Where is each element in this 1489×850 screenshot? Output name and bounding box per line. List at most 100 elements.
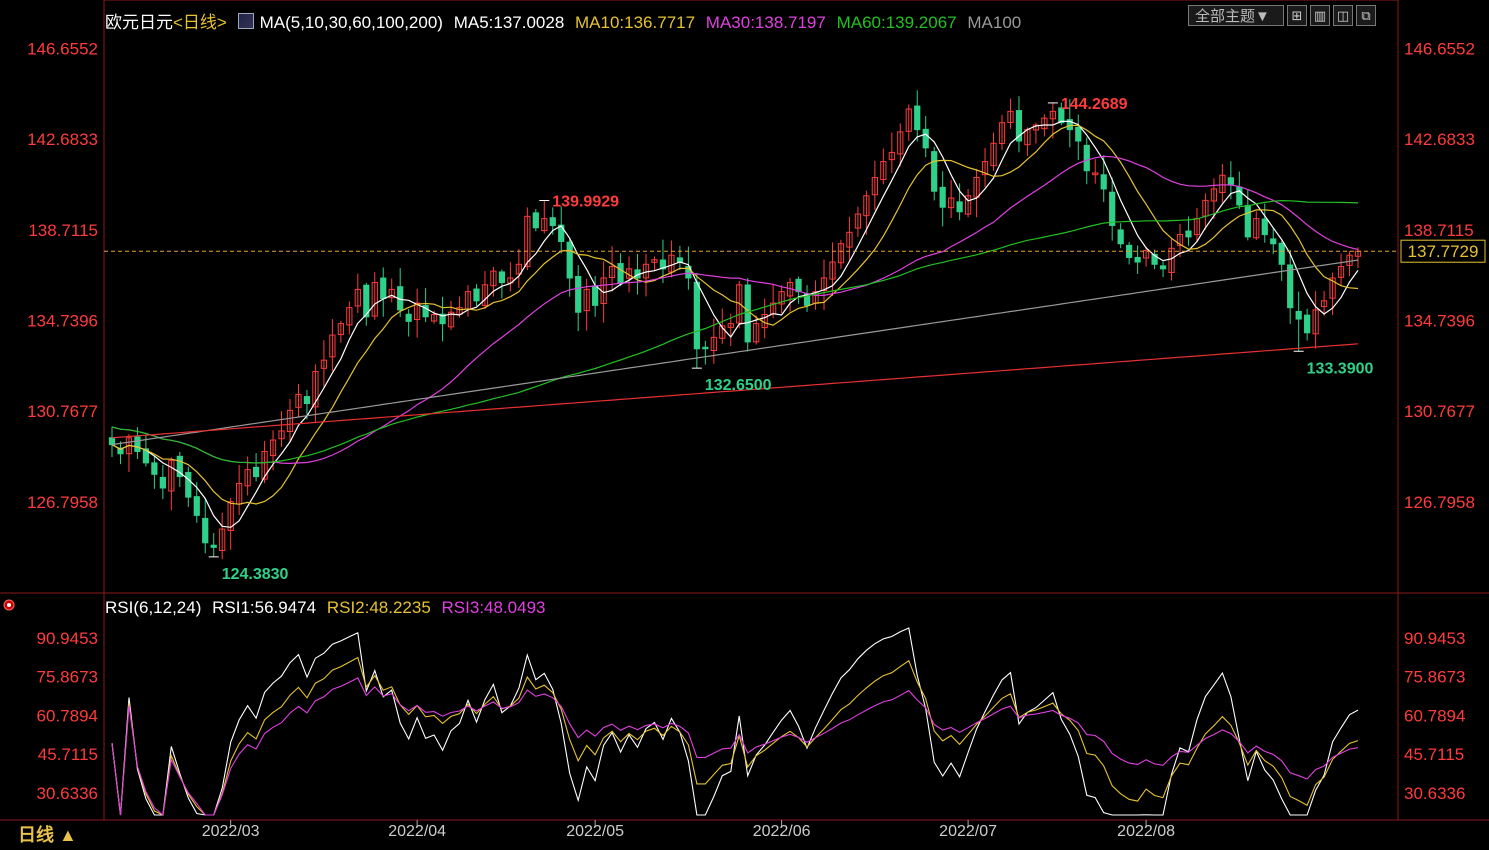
layout-split-icon[interactable]: ◫ [1333, 5, 1353, 26]
candle-body [532, 212, 539, 229]
candle-body [185, 471, 192, 498]
main-chart-header: 欧元日元<日线> MA(5,10,30,60,100,200) MA5:137.… [105, 8, 1027, 33]
rsi-tick-label-left: 45.7115 [38, 745, 98, 764]
candle-body [931, 151, 938, 192]
rsi-tick-label-right: 30.6336 [1404, 784, 1465, 803]
ma30-value: MA30:138.7197 [705, 13, 826, 32]
chart-canvas: 146.6552 146.6552 142.6833 142.6833 138.7115… [0, 0, 1489, 840]
ma60-value: MA60:139.2067 [836, 13, 957, 32]
candle-body [566, 241, 573, 279]
y-tick-label-left: 126.7958 [27, 493, 98, 512]
y-tick-label-right: 146.6552 [1404, 39, 1475, 58]
candle-body [693, 281, 700, 350]
candle-body [303, 396, 311, 405]
rsi-tick-label-right: 75.8673 [1404, 668, 1465, 687]
low-annotation: 132.6500 [705, 377, 772, 394]
candle-body [1185, 230, 1192, 238]
rsi-tick-label-left: 30.6336 [37, 784, 98, 803]
rsi1-value: RSI1:56.9474 [212, 598, 317, 617]
indicator-settings-icon[interactable] [237, 13, 254, 29]
candle-body [702, 346, 709, 350]
candle-body [922, 128, 929, 149]
candle-body [193, 496, 200, 516]
candle-body [1295, 310, 1302, 320]
period-tag: <日线> [173, 13, 227, 32]
candle-body [380, 277, 387, 300]
x-tick-label: 2022/05 [566, 823, 624, 840]
ma5-line [111, 120, 1359, 528]
y-tick-label-right: 126.7958 [1404, 493, 1475, 512]
y-tick-label-right: 130.7677 [1404, 402, 1475, 421]
candle-body [202, 517, 209, 544]
y-tick-label-left: 142.6833 [27, 130, 98, 149]
candle-body [1244, 204, 1251, 238]
candle-body [1075, 126, 1082, 142]
rsi3-value: RSI3:48.0493 [441, 598, 546, 617]
candle-body [1236, 186, 1243, 206]
rsi-tick-label-left: 75.8673 [37, 668, 98, 687]
ma-params-label[interactable]: MA(5,10,30,60,100,200) [260, 13, 443, 32]
x-tick-label: 2022/06 [753, 823, 811, 840]
theme-dropdown-button[interactable]: 全部主题▼ [1188, 5, 1284, 26]
ma10-line [111, 124, 1359, 505]
y-tick-label-left: 146.6552 [27, 39, 98, 58]
candle-body [159, 476, 166, 489]
candle-body [1083, 144, 1090, 172]
candle-body [914, 105, 921, 131]
rsi-tick-label-right: 45.7115 [1404, 745, 1464, 764]
candle-body [744, 284, 751, 343]
candle-body [134, 436, 141, 452]
candle-body [592, 285, 599, 306]
candle-body [108, 437, 116, 446]
y-tick-label-left: 130.7677 [27, 402, 98, 421]
candle-body [1159, 265, 1167, 270]
y-tick-label-left: 134.7396 [27, 311, 98, 330]
candle-body [1278, 242, 1285, 265]
x-tick-label: 2022/04 [388, 823, 446, 840]
candle-body [1270, 238, 1277, 245]
rsi-params-label[interactable]: RSI(6,12,24) [105, 598, 201, 617]
candle-body [1100, 174, 1107, 190]
x-tick-label: 2022/08 [1117, 823, 1175, 840]
candle-body [1134, 256, 1141, 263]
low-annotation: 124.3830 [222, 566, 289, 583]
instrument-title: 欧元日元 [105, 13, 173, 32]
rsi-tick-label-right: 60.7894 [1404, 706, 1465, 725]
low-annotation: 133.3900 [1307, 360, 1374, 377]
period-selector-button[interactable]: 日线 ▲ [18, 821, 77, 847]
candle-body [1227, 177, 1234, 185]
ma100-line [111, 259, 1359, 446]
current-price-tag: 137.7729 [1408, 242, 1479, 261]
x-tick-label: 2022/03 [202, 823, 260, 840]
layout-grid-icon[interactable]: ⊞ [1287, 5, 1307, 26]
y-tick-label-left: 138.7115 [28, 221, 98, 240]
candle-body [405, 313, 412, 322]
ma10-value: MA10:136.7717 [575, 13, 696, 32]
candle-body [549, 217, 556, 226]
rsi1-line [111, 627, 1359, 816]
x-tick-label: 2022/07 [939, 823, 997, 840]
chart-toolbar: 全部主题▼ ⊞ ▥ ◫ ⧉ [1188, 5, 1376, 26]
y-tick-label-right: 142.6833 [1404, 130, 1475, 149]
rsi-tick-label-left: 90.9453 [37, 629, 98, 648]
rsi-tick-label-left: 60.7894 [37, 706, 98, 725]
ma100-label: MA100 [967, 13, 1022, 32]
candle-body [939, 186, 946, 208]
layout-columns-icon[interactable]: ▥ [1310, 5, 1330, 26]
candle-body [498, 271, 506, 284]
candle-body [252, 466, 260, 478]
candle-body [617, 263, 624, 284]
rsi2-value: RSI2:48.2235 [326, 598, 431, 617]
candle-body [956, 201, 963, 213]
candle-body [1117, 229, 1124, 245]
layout-windows-icon[interactable]: ⧉ [1356, 5, 1376, 26]
indicator-close-icon[interactable] [2, 598, 16, 612]
ma5-value: MA5:137.0028 [453, 13, 565, 32]
y-tick-label-right: 138.7115 [1404, 221, 1474, 240]
rsi2-line [111, 656, 1359, 816]
high-annotation: 139.9929 [552, 194, 619, 211]
candle-body [795, 278, 802, 293]
high-annotation: 144.2689 [1061, 96, 1128, 113]
candle-body [1261, 218, 1268, 236]
candle-body [1109, 191, 1116, 226]
